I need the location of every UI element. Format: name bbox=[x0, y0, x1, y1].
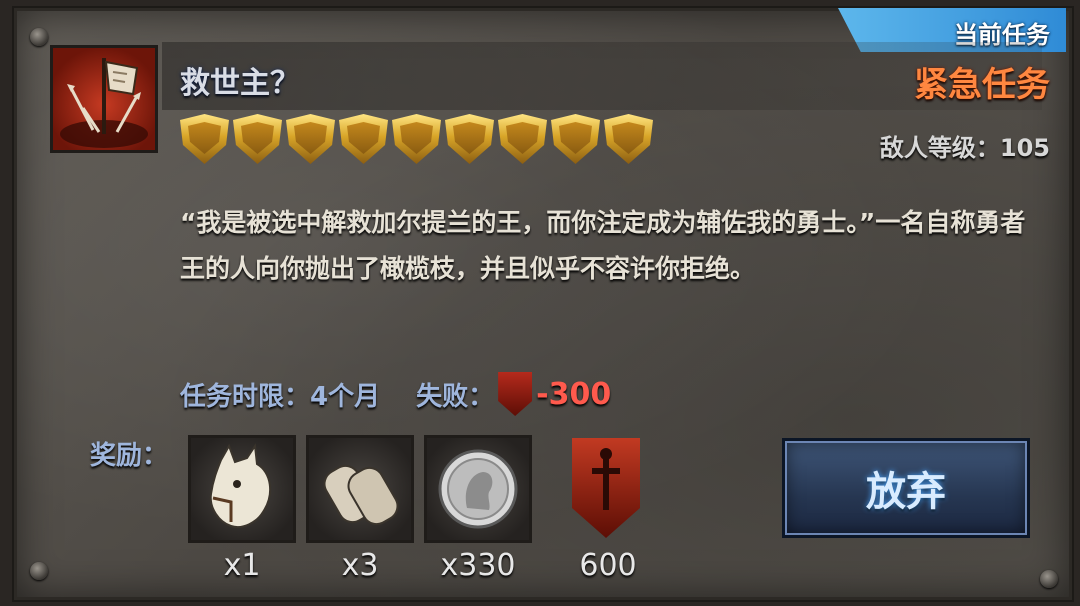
reputation-crest-icon bbox=[498, 372, 533, 416]
fail-value: -300 bbox=[536, 376, 612, 412]
horse-icon bbox=[209, 443, 272, 528]
abandon-label: 放弃 bbox=[866, 469, 946, 515]
reward-count-reputation: 600 bbox=[579, 548, 637, 583]
reward-count-horse: x1 bbox=[223, 548, 261, 583]
reward-label: 奖励： bbox=[90, 441, 169, 471]
time-limit-value: 4个月 bbox=[310, 381, 381, 412]
banner-arrows-icon bbox=[60, 58, 148, 148]
difficulty-shield-icon bbox=[604, 114, 653, 164]
time-limit-label: 任务时限： bbox=[180, 381, 311, 412]
difficulty-shield-icon bbox=[551, 114, 600, 164]
quest-title: 救世主？ bbox=[180, 66, 300, 101]
reward-slot-scroll[interactable] bbox=[306, 435, 414, 543]
fail-label: 失败： bbox=[416, 381, 495, 412]
reward-count-coin: x330 bbox=[440, 548, 516, 583]
difficulty-shield-icon bbox=[286, 114, 335, 164]
reward-count-scroll: x3 bbox=[341, 548, 379, 583]
rivet-bottom-left bbox=[30, 562, 48, 580]
difficulty-shield-icon bbox=[498, 114, 547, 164]
reward-slot-horse[interactable] bbox=[188, 435, 296, 543]
reward-slot-coin[interactable] bbox=[424, 435, 532, 543]
enemy-level-value: 105 bbox=[999, 134, 1050, 162]
scroll-icon bbox=[323, 464, 399, 526]
quest-description: “我是被选中解救加尔提兰的王，而你注定成为辅佐我的勇士。”一名自称勇者王的人向你… bbox=[180, 208, 1026, 283]
enemy-level: 敌人等级：105 bbox=[880, 128, 1050, 163]
difficulty-shield-icon bbox=[233, 114, 282, 164]
difficulty-shield-icon bbox=[392, 114, 441, 164]
difficulty-shield-icon bbox=[180, 114, 229, 164]
enemy-level-label: 敌人等级： bbox=[879, 134, 1000, 162]
urgent-quest-label: 紧急任务 bbox=[914, 65, 1050, 105]
difficulty-shield-icon bbox=[445, 114, 494, 164]
rivet-bottom-right bbox=[1040, 570, 1058, 588]
difficulty-shield-icon bbox=[339, 114, 388, 164]
rivet-top-left bbox=[30, 28, 48, 46]
abandon-button[interactable]: 放弃 bbox=[782, 438, 1030, 538]
silver-coin-icon bbox=[438, 449, 518, 529]
difficulty-stars bbox=[180, 114, 653, 164]
quest-icon bbox=[50, 45, 158, 153]
quest-info-row: 任务时限： 4个月 失败： -300 bbox=[180, 372, 611, 416]
